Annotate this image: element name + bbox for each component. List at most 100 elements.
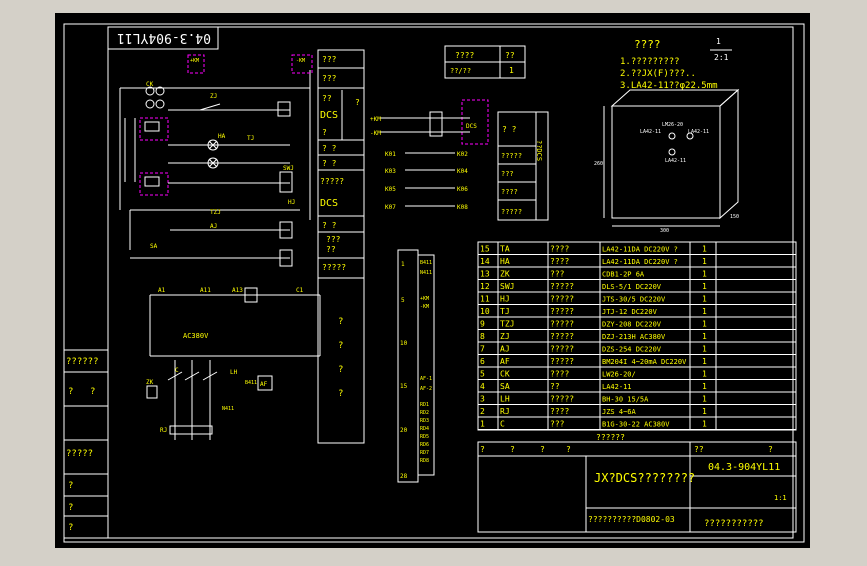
dcs-r5: ?????	[501, 208, 522, 216]
parts-cell-no: 12	[480, 282, 490, 291]
parts-cell-name: ?????	[550, 307, 574, 316]
parts-cell-code: CK	[500, 370, 510, 379]
lbl-c1: C1	[296, 287, 304, 294]
mid-r17: ?	[338, 389, 343, 399]
lbl-n411: N411	[222, 406, 234, 412]
lbl-hj: HJ	[288, 199, 295, 206]
parts-cell-code: TA	[500, 245, 510, 254]
parts-cell-code: RJ	[500, 407, 510, 416]
lbl-af: AF	[260, 381, 268, 388]
parts-cell-no: 6	[480, 357, 485, 366]
parts-cell-no: 2	[480, 407, 485, 416]
parts-cell-name: ?????	[550, 357, 574, 366]
cad-viewport[interactable]: 04.3-904YL11 ?????? ? ? ????? ? ? ? CK Z…	[0, 0, 867, 562]
term-t14: RD8	[420, 458, 429, 464]
lbl-rj: RJ	[160, 427, 167, 434]
parts-cell-code: ZJ	[500, 332, 510, 341]
parts-cell-no: 13	[480, 270, 490, 279]
tc-b: ?	[510, 445, 515, 454]
parts-footer: ??????	[596, 433, 625, 442]
mid-r16: ?	[338, 365, 343, 375]
parts-cell-name: ?????	[550, 332, 574, 341]
notes-heading: ????	[634, 38, 661, 51]
detail-la2: LA42-11	[688, 129, 709, 135]
mid-r1: ???	[322, 55, 337, 64]
parts-cell-code: TJ	[500, 307, 510, 316]
io-km-p: +KM	[370, 116, 381, 123]
left-strip-6: ?	[68, 523, 73, 533]
left-strip-0: ??????	[66, 357, 99, 367]
left-strip-3: ?????	[66, 449, 93, 459]
parts-cell-no: 7	[480, 345, 485, 354]
drawing-no-top: 04.3-904YL11	[117, 30, 211, 45]
term-n5: 5	[401, 297, 405, 304]
left-strip-2: ?	[90, 387, 95, 397]
io-k01: K01	[385, 151, 396, 158]
parts-cell-code: ZK	[500, 270, 510, 279]
title-main: JX?DCS????????	[594, 471, 695, 485]
detail-dim-w: 300	[660, 228, 669, 234]
dcs-r1: ? ?	[502, 125, 517, 134]
term-n20: 20	[400, 427, 408, 434]
mid-r10: ? ?	[322, 221, 337, 230]
lbl-zj: ZJ	[210, 93, 217, 100]
small-r1c1: ????	[455, 51, 474, 60]
parts-cell-qty: 1	[702, 307, 707, 316]
parts-cell-model: LA42-11	[602, 383, 632, 391]
parts-cell-qty: 1	[702, 357, 707, 366]
parts-cell-code: SWJ	[500, 282, 514, 291]
dcs-r2: ?????	[501, 152, 522, 160]
lbl-swj: SWJ	[283, 165, 294, 172]
left-strip-5: ?	[68, 503, 73, 513]
mid-r12: ??	[326, 245, 336, 254]
parts-cell-model: CDB1-2P 6A	[602, 271, 645, 279]
lbl-ck: CK	[146, 81, 154, 88]
parts-cell-name: ?????	[550, 320, 574, 329]
lbl-ha: HA	[218, 133, 226, 140]
parts-cell-name: ?????	[550, 345, 574, 354]
parts-cell-code: C	[500, 420, 505, 429]
io-dcs: DCS	[466, 123, 477, 130]
notes-line1: 1.?????????	[620, 57, 680, 67]
lbl-zk: ZK	[146, 379, 154, 386]
term-n28: 28	[400, 473, 408, 480]
mid-r9: DCS	[320, 198, 338, 209]
mid-r5: ?	[322, 128, 327, 137]
term-t11: RD5	[420, 434, 429, 440]
parts-cell-model: DZS-254 DC220V	[602, 346, 662, 354]
parts-cell-model: JTJ-12 DC220V	[602, 308, 658, 316]
dcs-r4: ????	[501, 188, 518, 196]
parts-cell-model: DZJ-213H AC380V	[602, 333, 666, 341]
mid-r11: ???	[326, 235, 341, 244]
title-sub: ??????????D0802-03	[588, 515, 675, 524]
tc-e: ??	[694, 445, 704, 454]
lbl-a13: A13	[232, 287, 243, 294]
parts-cell-qty: 1	[702, 295, 707, 304]
parts-cell-no: 4	[480, 382, 485, 391]
parts-cell-qty: 1	[702, 395, 707, 404]
drawing-background	[55, 13, 810, 548]
scale-top: 1	[716, 37, 721, 46]
term-t5: AF-1	[420, 376, 432, 382]
parts-cell-qty: 1	[702, 320, 707, 329]
io-k07: K07	[385, 204, 396, 211]
parts-cell-model: DLS-5/1 DC220V	[602, 283, 662, 291]
term-n10: 10	[400, 340, 408, 347]
term-n1: 1	[401, 261, 405, 268]
small-r2c2: 1	[509, 66, 514, 75]
parts-cell-code: HJ	[500, 295, 510, 304]
term-t1: B411	[420, 260, 432, 266]
parts-cell-qty: 1	[702, 257, 707, 266]
parts-cell-qty: 1	[702, 332, 707, 341]
lbl-km-n: -KM	[296, 58, 305, 64]
lbl-sa: SA	[150, 243, 158, 250]
title-drawing-no: 04.3-904YL11	[708, 462, 780, 473]
tc-d: ?	[566, 445, 571, 454]
parts-cell-no: 15	[480, 245, 490, 254]
parts-cell-qty: 1	[702, 370, 707, 379]
mid-r14: ?	[338, 317, 343, 327]
io-k04: K04	[457, 168, 468, 175]
lbl-tj: TJ	[247, 135, 254, 142]
detail-la3: LA42-11	[665, 158, 686, 164]
lbl-a11: A11	[200, 287, 211, 294]
